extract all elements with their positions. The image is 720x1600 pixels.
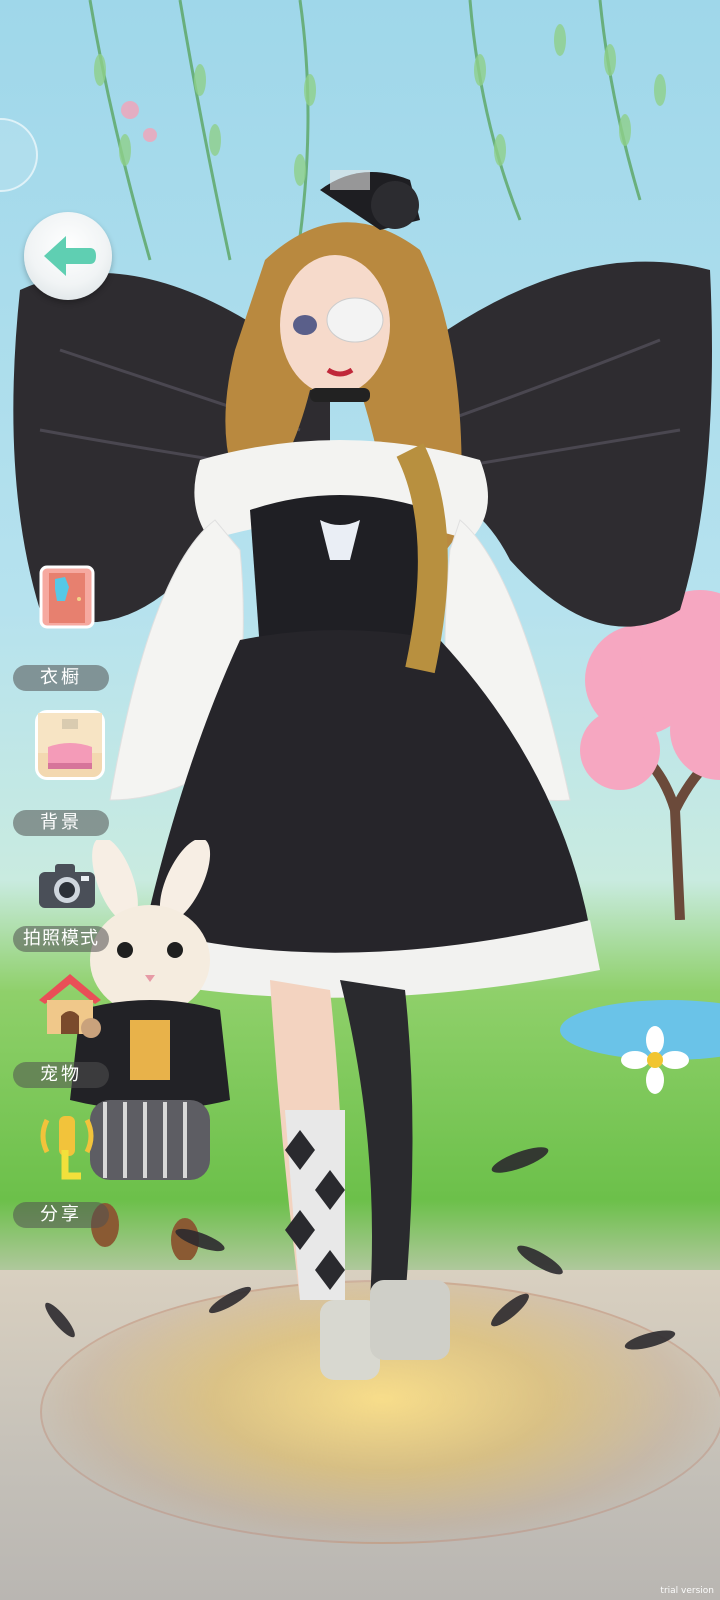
wardrobe-icon xyxy=(35,565,99,629)
menu-share[interactable]: 分享 xyxy=(10,1110,110,1230)
background-label: 背景 xyxy=(13,810,109,836)
menu-photo-mode[interactable]: 拍照模式 xyxy=(10,860,110,955)
menu-wardrobe[interactable]: 衣橱 xyxy=(10,565,110,695)
share-label: 分享 xyxy=(13,1202,109,1228)
rose-headpiece xyxy=(320,170,420,230)
white-flower xyxy=(621,1026,689,1094)
back-button[interactable] xyxy=(24,212,112,300)
photo-mode-label: 拍照模式 xyxy=(13,926,109,952)
pet-label: 宠物 xyxy=(13,1062,109,1088)
menu-background[interactable]: 背景 xyxy=(10,710,110,840)
share-signal-icon xyxy=(35,1110,99,1184)
watermark: trial version xyxy=(660,1586,714,1596)
back-arrow-icon xyxy=(44,236,96,276)
game-scene: 衣橱 背景 拍照模式 宠物 分享 trial version xyxy=(0,0,720,1600)
menu-pet[interactable]: 宠物 xyxy=(10,970,110,1095)
background-room-icon xyxy=(35,710,105,780)
wardrobe-label: 衣橱 xyxy=(13,665,109,691)
doghouse-icon xyxy=(35,970,101,1044)
camera-icon xyxy=(35,860,99,914)
